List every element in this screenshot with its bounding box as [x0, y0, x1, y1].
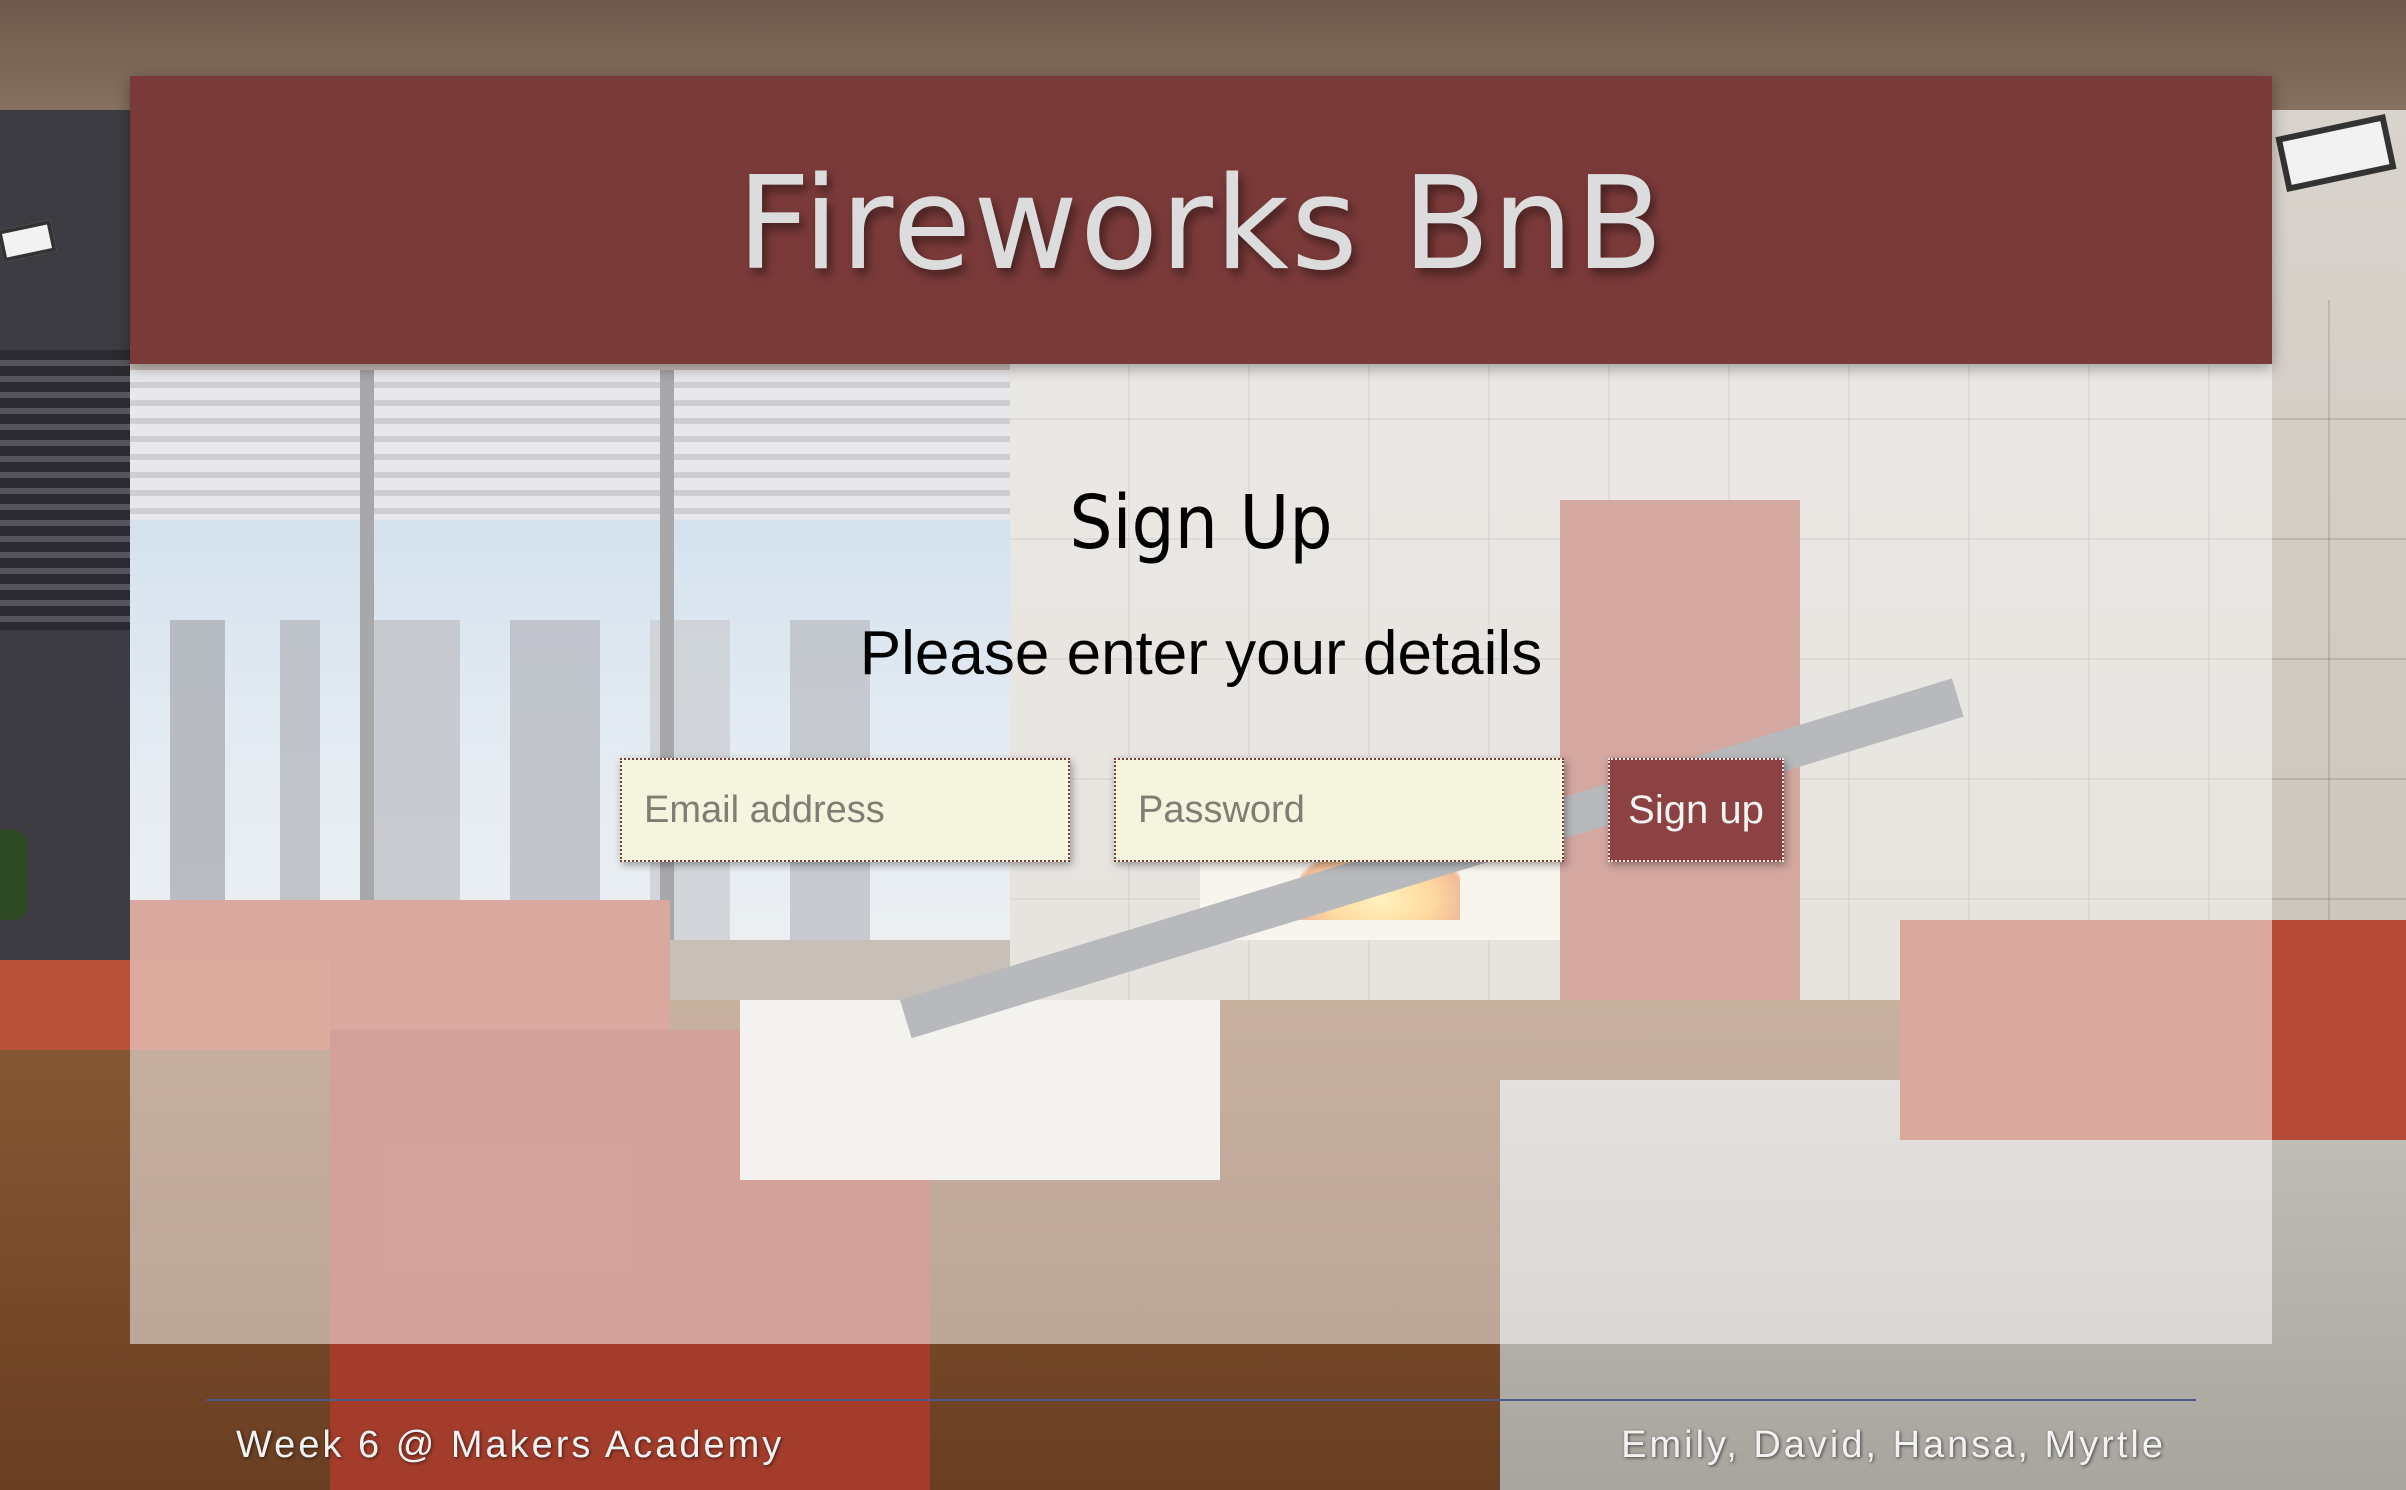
bg-plant [0, 830, 28, 920]
bg-blinds-left [0, 350, 130, 630]
footer-divider [206, 1399, 2196, 1401]
page-subtitle: Please enter your details [859, 619, 1543, 688]
site-header: Fireworks BnB [130, 76, 2272, 364]
main-card: Fireworks BnB Sign Up Please enter your … [130, 76, 2272, 1344]
page-title: Sign Up [1069, 480, 1333, 566]
password-field[interactable] [1114, 758, 1564, 862]
signup-form: Sign up [620, 758, 1784, 862]
footer-credit-course: Week 6 @ Makers Academy [236, 1424, 785, 1466]
site-title: Fireworks BnB [736, 149, 1666, 299]
signup-button[interactable]: Sign up [1608, 758, 1784, 862]
email-field[interactable] [620, 758, 1070, 862]
footer-credit-authors: Emily, David, Hansa, Myrtle [1621, 1424, 2166, 1466]
